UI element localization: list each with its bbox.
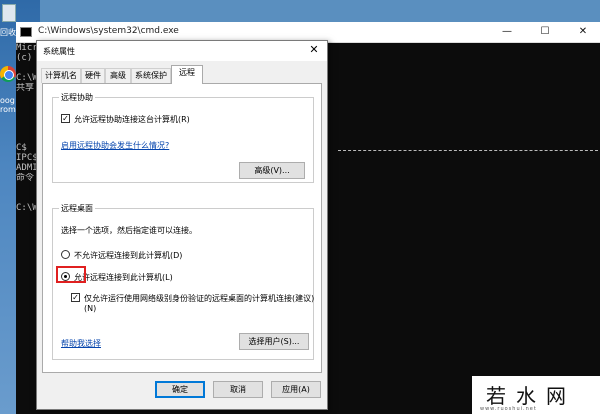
tab-remote[interactable]: 远程 bbox=[171, 65, 203, 84]
nla-checkbox[interactable]: ✓ bbox=[71, 293, 80, 302]
chrome-icon[interactable] bbox=[0, 66, 16, 82]
apply-button[interactable]: 应用(A) bbox=[271, 381, 321, 398]
allow-remote-assistance-checkbox[interactable]: ✓ bbox=[61, 114, 70, 123]
system-properties-dialog[interactable]: 系统属性 ✕ 计算机名 硬件 高级 系统保护 远程 远程协助 ✓ 允许远程协助连… bbox=[36, 40, 328, 410]
highlight-box bbox=[56, 266, 86, 283]
remote-assistance-title: 远程协助 bbox=[59, 92, 95, 103]
allow-remote-label[interactable]: 允许远程连接到此计算机(L) bbox=[74, 272, 173, 283]
dialog-close-icon[interactable]: ✕ bbox=[305, 43, 323, 56]
cmd-app-icon bbox=[20, 27, 32, 37]
remote-assistance-group: 远程协助 ✓ 允许远程协助连接这台计算机(R) 启用远程协助会发生什么情况? 高… bbox=[52, 92, 314, 183]
remote-desktop-group: 远程桌面 选择一个选项，然后指定谁可以连接。 不允许远程连接到此计算机(D) 允… bbox=[52, 203, 314, 360]
cancel-button[interactable]: 取消 bbox=[213, 381, 263, 398]
allow-remote-assistance-label[interactable]: 允许远程协助连接这台计算机(R) bbox=[74, 114, 190, 125]
nla-label[interactable]: 仅允许运行使用网络级别身份验证的远程桌面的计算机连接(建议) bbox=[84, 293, 314, 304]
nla-label-suffix[interactable]: (N) bbox=[84, 304, 96, 313]
deny-remote-label[interactable]: 不允许远程连接到此计算机(D) bbox=[74, 250, 182, 261]
advanced-button[interactable]: 高级(V)... bbox=[239, 162, 305, 179]
watermark: 若水网 www.ruoshui.net bbox=[472, 376, 600, 414]
dialog-title-bar[interactable]: 系统属性 ✕ bbox=[37, 41, 327, 61]
dialog-title: 系统属性 bbox=[43, 47, 75, 56]
remote-assistance-help-link[interactable]: 启用远程协助会发生什么情况? bbox=[61, 140, 169, 151]
maximize-button[interactable]: ☐ bbox=[530, 24, 560, 40]
close-button[interactable]: ✕ bbox=[568, 24, 598, 40]
tab-advanced[interactable]: 高级 bbox=[105, 68, 131, 83]
watermark-text: 若水网 bbox=[486, 384, 576, 408]
watermark-sub: www.ruoshui.net bbox=[480, 406, 537, 412]
deny-remote-radio[interactable] bbox=[61, 250, 70, 259]
tab-system-protection[interactable]: 系统保护 bbox=[131, 68, 171, 83]
remote-tab-panel: 远程协助 ✓ 允许远程协助连接这台计算机(R) 启用远程协助会发生什么情况? 高… bbox=[42, 83, 322, 373]
tab-computer-name[interactable]: 计算机名 bbox=[41, 68, 81, 83]
ok-button[interactable]: 确定 bbox=[155, 381, 205, 398]
tab-hardware[interactable]: 硬件 bbox=[81, 68, 105, 83]
help-me-choose-link[interactable]: 帮助我选择 bbox=[61, 338, 101, 349]
minimize-button[interactable]: — bbox=[492, 24, 522, 40]
remote-desktop-title: 远程桌面 bbox=[59, 203, 95, 214]
cmd-dashes bbox=[338, 150, 598, 151]
remote-desktop-instruction: 选择一个选项，然后指定谁可以连接。 bbox=[61, 226, 197, 235]
cmd-title: C:\Windows\system32\cmd.exe bbox=[38, 26, 179, 36]
select-users-button[interactable]: 选择用户(S)... bbox=[239, 333, 309, 350]
